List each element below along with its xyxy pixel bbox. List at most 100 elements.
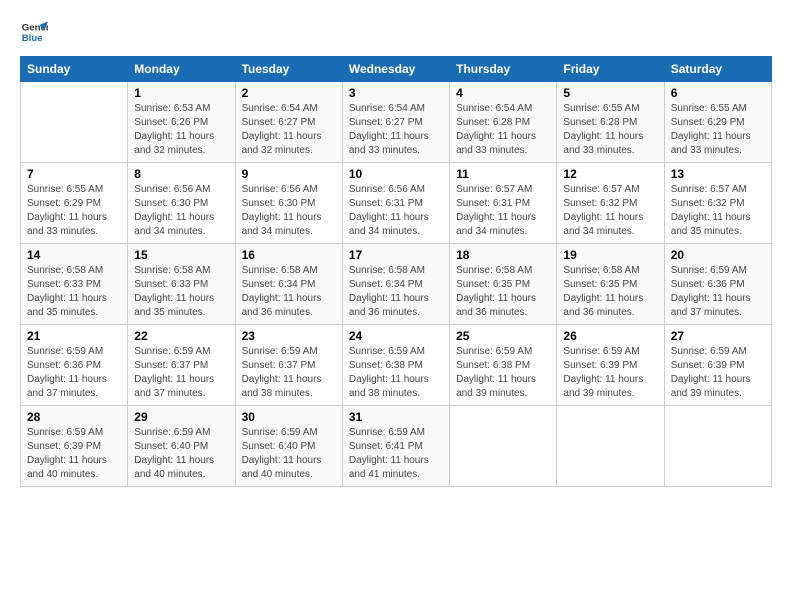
calendar-cell: 3Sunrise: 6:54 AM Sunset: 6:27 PM Daylig…	[342, 82, 449, 163]
day-header: Friday	[557, 57, 664, 82]
calendar-cell: 20 Sunrise: 6:59 AM Sunset: 6:36 PM Dayli…	[664, 244, 771, 325]
logo: General Blue	[20, 18, 52, 46]
cell-info: Sunrise: 6:57 AM Sunset: 6:32 PM Dayligh…	[671, 183, 765, 239]
day-number: 27	[671, 329, 765, 343]
cell-info: Sunrise: 6:59 AM Sunset: 6:40 PM Dayligh…	[242, 426, 336, 482]
cell-info: Sunrise: 6:57 AM Sunset: 6:32 PM Dayligh…	[563, 183, 657, 239]
day-number: 6	[671, 86, 765, 100]
day-number: 3	[349, 86, 443, 100]
day-number: 21	[27, 329, 121, 343]
day-number: 15	[134, 248, 228, 262]
calendar-cell: 21 Sunrise: 6:59 AM Sunset: 6:36 PM Dayli…	[21, 325, 128, 406]
cell-info: Sunrise: 6:59 AM Sunset: 6:37 PM Dayligh…	[134, 345, 228, 401]
calendar-cell: 2 Sunrise: 6:54 AM Sunset: 6:27 PM Daylig…	[235, 82, 342, 163]
cell-info: Sunrise: 6:55 AM Sunset: 6:28 PM Dayligh…	[563, 102, 657, 158]
calendar-cell: 12 Sunrise: 6:57 AM Sunset: 6:32 PM Dayli…	[557, 163, 664, 244]
day-number: 20	[671, 248, 765, 262]
cell-info: Sunrise: 6:59 AM Sunset: 6:38 PM Dayligh…	[349, 345, 443, 401]
day-header: Tuesday	[235, 57, 342, 82]
calendar-week-row: 28 Sunrise: 6:59 AM Sunset: 6:39 PM Dayli…	[21, 406, 772, 487]
calendar-cell: 29 Sunrise: 6:59 AM Sunset: 6:40 PM Dayli…	[128, 406, 235, 487]
calendar-cell: 1Sunrise: 6:53 AM Sunset: 6:26 PM Daylig…	[128, 82, 235, 163]
day-header: Monday	[128, 57, 235, 82]
calendar-cell: 31Sunrise: 6:59 AM Sunset: 6:41 PM Dayli…	[342, 406, 449, 487]
cell-info: Sunrise: 6:55 AM Sunset: 6:29 PM Dayligh…	[27, 183, 121, 239]
cell-info: Sunrise: 6:58 AM Sunset: 6:33 PM Dayligh…	[27, 264, 121, 320]
calendar-table: SundayMondayTuesdayWednesdayThursdayFrid…	[20, 56, 772, 487]
day-number: 8	[134, 167, 228, 181]
day-number: 11	[456, 167, 550, 181]
cell-info: Sunrise: 6:58 AM Sunset: 6:34 PM Dayligh…	[349, 264, 443, 320]
svg-text:Blue: Blue	[22, 33, 43, 44]
cell-info: Sunrise: 6:59 AM Sunset: 6:40 PM Dayligh…	[134, 426, 228, 482]
calendar-cell: 17Sunrise: 6:58 AM Sunset: 6:34 PM Dayli…	[342, 244, 449, 325]
cell-info: Sunrise: 6:58 AM Sunset: 6:34 PM Dayligh…	[242, 264, 336, 320]
header: General Blue	[20, 18, 772, 46]
day-number: 14	[27, 248, 121, 262]
day-number: 7	[27, 167, 121, 181]
day-number: 23	[242, 329, 336, 343]
day-number: 19	[563, 248, 657, 262]
cell-info: Sunrise: 6:59 AM Sunset: 6:39 PM Dayligh…	[563, 345, 657, 401]
page: General Blue SundayMondayTuesdayWednesda…	[0, 0, 792, 612]
calendar-cell: 8Sunrise: 6:56 AM Sunset: 6:30 PM Daylig…	[128, 163, 235, 244]
day-number: 12	[563, 167, 657, 181]
calendar-cell: 26 Sunrise: 6:59 AM Sunset: 6:39 PM Dayli…	[557, 325, 664, 406]
calendar-cell: 9Sunrise: 6:56 AM Sunset: 6:30 PM Daylig…	[235, 163, 342, 244]
calendar-cell: 18 Sunrise: 6:58 AM Sunset: 6:35 PM Dayli…	[450, 244, 557, 325]
calendar-cell: 30 Sunrise: 6:59 AM Sunset: 6:40 PM Dayli…	[235, 406, 342, 487]
calendar-cell: 5 Sunrise: 6:55 AM Sunset: 6:28 PM Daylig…	[557, 82, 664, 163]
calendar-cell: 13 Sunrise: 6:57 AM Sunset: 6:32 PM Dayli…	[664, 163, 771, 244]
day-number: 13	[671, 167, 765, 181]
calendar-cell: 19Sunrise: 6:58 AM Sunset: 6:35 PM Dayli…	[557, 244, 664, 325]
cell-info: Sunrise: 6:57 AM Sunset: 6:31 PM Dayligh…	[456, 183, 550, 239]
day-number: 30	[242, 410, 336, 424]
day-header: Thursday	[450, 57, 557, 82]
calendar-week-row: 14 Sunrise: 6:58 AM Sunset: 6:33 PM Dayli…	[21, 244, 772, 325]
day-number: 2	[242, 86, 336, 100]
day-number: 4	[456, 86, 550, 100]
day-number: 18	[456, 248, 550, 262]
cell-info: Sunrise: 6:59 AM Sunset: 6:36 PM Dayligh…	[27, 345, 121, 401]
calendar-cell	[450, 406, 557, 487]
day-header: Wednesday	[342, 57, 449, 82]
calendar-week-row: 7 Sunrise: 6:55 AM Sunset: 6:29 PM Daylig…	[21, 163, 772, 244]
day-number: 29	[134, 410, 228, 424]
day-number: 1	[134, 86, 228, 100]
cell-info: Sunrise: 6:58 AM Sunset: 6:35 PM Dayligh…	[456, 264, 550, 320]
day-number: 16	[242, 248, 336, 262]
cell-info: Sunrise: 6:59 AM Sunset: 6:39 PM Dayligh…	[27, 426, 121, 482]
calendar-cell: 23 Sunrise: 6:59 AM Sunset: 6:37 PM Dayli…	[235, 325, 342, 406]
cell-info: Sunrise: 6:58 AM Sunset: 6:33 PM Dayligh…	[134, 264, 228, 320]
day-number: 28	[27, 410, 121, 424]
day-number: 9	[242, 167, 336, 181]
calendar-cell: 28 Sunrise: 6:59 AM Sunset: 6:39 PM Dayli…	[21, 406, 128, 487]
calendar-cell: 27 Sunrise: 6:59 AM Sunset: 6:39 PM Dayli…	[664, 325, 771, 406]
calendar-cell: 14 Sunrise: 6:58 AM Sunset: 6:33 PM Dayli…	[21, 244, 128, 325]
cell-info: Sunrise: 6:59 AM Sunset: 6:36 PM Dayligh…	[671, 264, 765, 320]
cell-info: Sunrise: 6:59 AM Sunset: 6:37 PM Dayligh…	[242, 345, 336, 401]
header-row: SundayMondayTuesdayWednesdayThursdayFrid…	[21, 57, 772, 82]
calendar-cell: 10 Sunrise: 6:56 AM Sunset: 6:31 PM Dayli…	[342, 163, 449, 244]
calendar-cell: 6 Sunrise: 6:55 AM Sunset: 6:29 PM Daylig…	[664, 82, 771, 163]
day-number: 5	[563, 86, 657, 100]
cell-info: Sunrise: 6:54 AM Sunset: 6:27 PM Dayligh…	[242, 102, 336, 158]
day-header: Sunday	[21, 57, 128, 82]
cell-info: Sunrise: 6:56 AM Sunset: 6:31 PM Dayligh…	[349, 183, 443, 239]
calendar-cell: 25Sunrise: 6:59 AM Sunset: 6:38 PM Dayli…	[450, 325, 557, 406]
day-number: 26	[563, 329, 657, 343]
cell-info: Sunrise: 6:55 AM Sunset: 6:29 PM Dayligh…	[671, 102, 765, 158]
calendar-week-row: 21 Sunrise: 6:59 AM Sunset: 6:36 PM Dayli…	[21, 325, 772, 406]
calendar-cell: 11 Sunrise: 6:57 AM Sunset: 6:31 PM Dayli…	[450, 163, 557, 244]
calendar-cell: 7 Sunrise: 6:55 AM Sunset: 6:29 PM Daylig…	[21, 163, 128, 244]
day-number: 24	[349, 329, 443, 343]
calendar-cell	[557, 406, 664, 487]
day-number: 10	[349, 167, 443, 181]
calendar-cell	[664, 406, 771, 487]
day-header: Saturday	[664, 57, 771, 82]
calendar-cell	[21, 82, 128, 163]
cell-info: Sunrise: 6:59 AM Sunset: 6:39 PM Dayligh…	[671, 345, 765, 401]
calendar-cell: 22Sunrise: 6:59 AM Sunset: 6:37 PM Dayli…	[128, 325, 235, 406]
calendar-cell: 16 Sunrise: 6:58 AM Sunset: 6:34 PM Dayli…	[235, 244, 342, 325]
calendar-cell: 4Sunrise: 6:54 AM Sunset: 6:28 PM Daylig…	[450, 82, 557, 163]
